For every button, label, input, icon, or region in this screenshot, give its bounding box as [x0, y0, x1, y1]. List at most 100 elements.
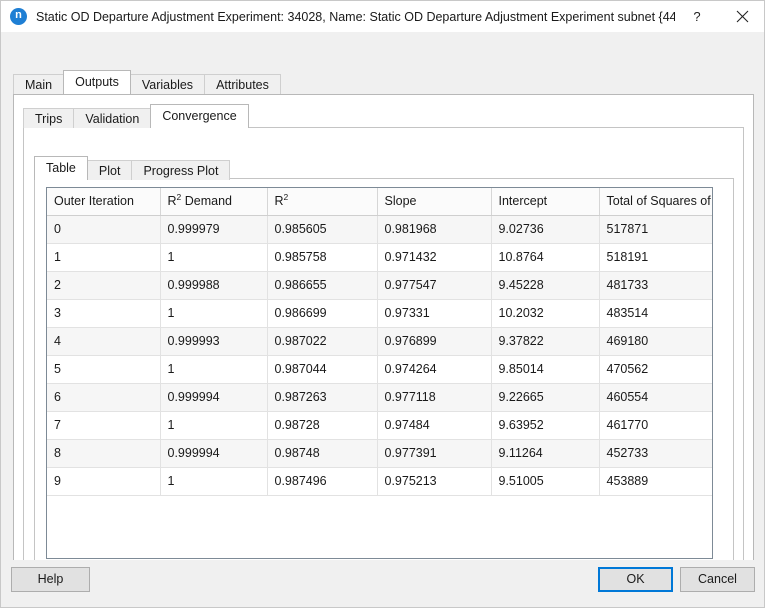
table-cell[interactable]: 9.11264 — [491, 439, 600, 468]
table-cell[interactable]: 0.974264 — [377, 355, 492, 384]
tab-convergence[interactable]: Convergence — [150, 104, 249, 128]
table-cell[interactable]: 9.63952 — [491, 411, 600, 440]
table-cell[interactable]: 518191 — [599, 243, 712, 272]
tabstrip-convergence-level: Trips Validation Convergence — [23, 104, 249, 128]
table-cell[interactable]: 9.02736 — [491, 215, 600, 244]
table-cell[interactable]: 10.2032 — [491, 299, 600, 328]
column-header-intercept[interactable]: Intercept — [491, 188, 600, 216]
table-cell[interactable]: 461770 — [599, 411, 712, 440]
superscript-2: 2 — [176, 192, 182, 203]
table-row[interactable]: 9 1 0.987496 0.975213 9.51005 453889 — [47, 467, 712, 496]
table-cell[interactable]: 470562 — [599, 355, 712, 384]
table-cell[interactable]: 517871 — [599, 215, 712, 244]
table-row[interactable]: 4 0.999993 0.987022 0.976899 9.37822 469180 — [47, 327, 712, 356]
table-cell[interactable]: 453889 — [599, 467, 712, 496]
tab-validation[interactable]: Validation — [73, 108, 152, 128]
tab-variables[interactable]: Variables — [129, 74, 206, 94]
table-row[interactable]: 5 1 0.987044 0.974264 9.85014 470562 — [47, 355, 712, 384]
table-cell[interactable]: 0.985605 — [267, 215, 378, 244]
table-cell[interactable]: 0.971432 — [377, 243, 492, 272]
table-cell[interactable]: 452733 — [599, 439, 712, 468]
tabstrip-outputs-level: Main Outputs Variables Attributes — [13, 70, 281, 94]
column-header-total-squares-errors[interactable]: Total of Squares of Errors — [599, 188, 713, 216]
table-cell[interactable]: 0.999994 — [160, 439, 268, 468]
table-cell[interactable]: 0.999988 — [160, 271, 268, 300]
table-cell[interactable]: 9.85014 — [491, 355, 600, 384]
ok-button[interactable]: OK — [598, 567, 673, 592]
table-cell[interactable]: 0.98748 — [267, 439, 378, 468]
table-cell[interactable]: 8 — [47, 439, 161, 468]
table-cell[interactable]: 0.999979 — [160, 215, 268, 244]
table-row[interactable]: 2 0.999988 0.986655 0.977547 9.45228 481733 — [47, 271, 712, 300]
close-button[interactable] — [719, 1, 764, 32]
table-cell[interactable]: 3 — [47, 299, 161, 328]
table-cell[interactable]: 0.987263 — [267, 383, 378, 412]
table-row[interactable]: 1 1 0.985758 0.971432 10.8764 518191 — [47, 243, 712, 272]
table-row[interactable]: 7 1 0.98728 0.97484 9.63952 461770 — [47, 411, 712, 440]
table-row[interactable]: 8 0.999994 0.98748 0.977391 9.11264 452733 — [47, 439, 712, 468]
column-header-r2[interactable]: R2 — [267, 188, 378, 216]
table-cell[interactable]: 0.985758 — [267, 243, 378, 272]
table-cell[interactable]: 483514 — [599, 299, 712, 328]
table-cell[interactable]: 0.97484 — [377, 411, 492, 440]
cancel-button[interactable]: Cancel — [680, 567, 755, 592]
table-cell[interactable]: 1 — [160, 411, 268, 440]
convergence-grid: Outer Iteration R2 Demand R2 Slope Inter… — [47, 188, 713, 496]
table-row[interactable]: 0 0.999979 0.985605 0.981968 9.02736 517871 — [47, 215, 712, 244]
table-cell[interactable]: 10.8764 — [491, 243, 600, 272]
table-cell[interactable]: 9 — [47, 467, 161, 496]
table-cell[interactable]: 0.98728 — [267, 411, 378, 440]
table-cell[interactable]: 0 — [47, 215, 161, 244]
table-cell[interactable]: 469180 — [599, 327, 712, 356]
table-cell[interactable]: 9.37822 — [491, 327, 600, 356]
table-cell[interactable]: 5 — [47, 355, 161, 384]
table-cell[interactable]: 1 — [47, 243, 161, 272]
question-mark-icon: ? — [693, 9, 701, 24]
table-cell[interactable]: 1 — [160, 467, 268, 496]
table-cell[interactable]: 9.22665 — [491, 383, 600, 412]
table-cell[interactable]: 0.987022 — [267, 327, 378, 356]
table-cell[interactable]: 1 — [160, 243, 268, 272]
table-cell[interactable]: 9.51005 — [491, 467, 600, 496]
table-cell[interactable]: 460554 — [599, 383, 712, 412]
column-header-slope[interactable]: Slope — [377, 188, 492, 216]
table-row[interactable]: 3 1 0.986699 0.97331 10.2032 483514 — [47, 299, 712, 328]
table-cell[interactable]: 0.977118 — [377, 383, 492, 412]
tab-outputs[interactable]: Outputs — [63, 70, 131, 94]
table-cell[interactable]: 0.986699 — [267, 299, 378, 328]
table-cell[interactable]: 0.986655 — [267, 271, 378, 300]
table-cell[interactable]: 0.975213 — [377, 467, 492, 496]
table-cell[interactable]: 4 — [47, 327, 161, 356]
table-cell[interactable]: 1 — [160, 299, 268, 328]
tab-main[interactable]: Main — [13, 74, 65, 94]
header-label: Total of Squares of Errors — [606, 194, 713, 209]
tab-table[interactable]: Table — [34, 156, 88, 180]
help-button[interactable]: Help — [11, 567, 90, 592]
table-cell[interactable]: 0.977547 — [377, 271, 492, 300]
table-cell[interactable]: 1 — [160, 355, 268, 384]
table-cell[interactable]: 0.999993 — [160, 327, 268, 356]
table-cell[interactable]: 0.981968 — [377, 215, 492, 244]
column-header-r2-demand[interactable]: R2 Demand — [160, 188, 268, 216]
table-cell[interactable]: 0.97331 — [377, 299, 492, 328]
table-cell[interactable]: 6 — [47, 383, 161, 412]
column-header-outer-iteration[interactable]: Outer Iteration — [47, 188, 161, 216]
window-body: Main Outputs Variables Attributes Trips … — [1, 32, 764, 607]
table-cell[interactable]: 9.45228 — [491, 271, 600, 300]
tab-attributes[interactable]: Attributes — [204, 74, 281, 94]
table-cell[interactable]: 0.976899 — [377, 327, 492, 356]
title-bar: n Static OD Departure Adjustment Experim… — [1, 1, 764, 32]
table-row[interactable]: 6 0.999994 0.987263 0.977118 9.22665 460554 — [47, 383, 712, 412]
table-cell[interactable]: 0.999994 — [160, 383, 268, 412]
tab-progress-plot[interactable]: Progress Plot — [131, 160, 231, 180]
table-cell[interactable]: 7 — [47, 411, 161, 440]
tab-trips[interactable]: Trips — [23, 108, 75, 128]
table-cell[interactable]: 0.987496 — [267, 467, 378, 496]
table-cell[interactable]: 481733 — [599, 271, 712, 300]
table-cell[interactable]: 0.977391 — [377, 439, 492, 468]
table-cell[interactable]: 2 — [47, 271, 161, 300]
table-cell[interactable]: 0.987044 — [267, 355, 378, 384]
tab-plot[interactable]: Plot — [86, 160, 133, 180]
help-titlebar-button[interactable]: ? — [675, 1, 719, 32]
convergence-table[interactable]: Outer Iteration R2 Demand R2 Slope Inter… — [46, 187, 713, 559]
